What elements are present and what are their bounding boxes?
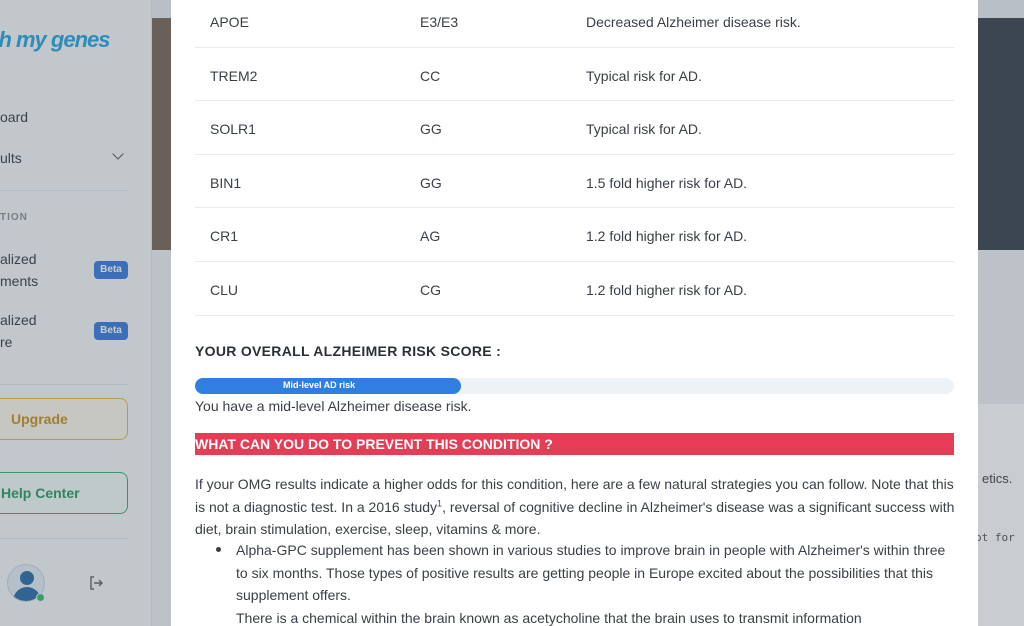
risk-result: Decreased Alzheimer disease risk. — [586, 14, 801, 30]
gene-name: CR1 — [210, 228, 239, 245]
table-row: APOE E3/E3 Decreased Alzheimer disease r… — [195, 0, 954, 48]
genotype: AG — [420, 228, 441, 245]
risk-progress-fill: Mid-level AD risk — [195, 378, 461, 394]
risk-result: 1.2 fold higher risk for AD. — [586, 281, 748, 298]
table-row: SOLR1 GG Typical risk for AD. — [195, 101, 954, 155]
gene-name: BIN1 — [210, 174, 242, 191]
bullet-icon — [216, 547, 221, 552]
gene-name: CLU — [210, 281, 239, 298]
gene-name: APOE — [210, 14, 249, 30]
prevention-heading: WHAT CAN YOU DO TO PREVENT THIS CONDITIO… — [195, 433, 954, 455]
table-row: TREM2 CC Typical risk for AD. — [195, 48, 954, 102]
table-row: CR1 AG 1.2 fold higher risk for AD. — [195, 208, 954, 262]
risk-result: Typical risk for AD. — [586, 67, 702, 84]
list-item-text-cont: There is a chemical within the brain kno… — [236, 609, 862, 626]
risk-progress-bar: Mid-level AD risk — [195, 378, 954, 394]
genotype: CC — [420, 67, 441, 84]
risk-summary: You have a mid-level Alzheimer disease r… — [195, 398, 472, 414]
risk-result: Typical risk for AD. — [586, 121, 702, 138]
genotype: GG — [420, 174, 442, 191]
gene-name: TREM2 — [210, 67, 258, 84]
genotype: E3/E3 — [420, 14, 459, 30]
table-row: CLU CG 1.2 fold higher risk for AD. — [195, 262, 954, 316]
gene-table: APOE E3/E3 Decreased Alzheimer disease r… — [195, 0, 954, 316]
risk-result: 1.5 fold higher risk for AD. — [586, 174, 748, 191]
prevention-intro: If your OMG results indicate a higher od… — [195, 473, 957, 541]
list-item: Alpha-GPC supplement has been shown in v… — [236, 539, 956, 626]
list-item-text: Alpha-GPC supplement has been shown in v… — [236, 542, 946, 603]
genotype: GG — [420, 121, 442, 138]
risk-score-title: YOUR OVERALL ALZHEIMER RISK SCORE : — [195, 343, 502, 359]
risk-result: 1.2 fold higher risk for AD. — [586, 228, 748, 245]
gene-name: SOLR1 — [210, 121, 256, 138]
table-row: BIN1 GG 1.5 fold higher risk for AD. — [195, 155, 954, 209]
results-modal: APOE E3/E3 Decreased Alzheimer disease r… — [171, 0, 978, 626]
genotype: CG — [420, 281, 441, 298]
risk-progress-label: Mid-level AD risk — [283, 380, 356, 390]
